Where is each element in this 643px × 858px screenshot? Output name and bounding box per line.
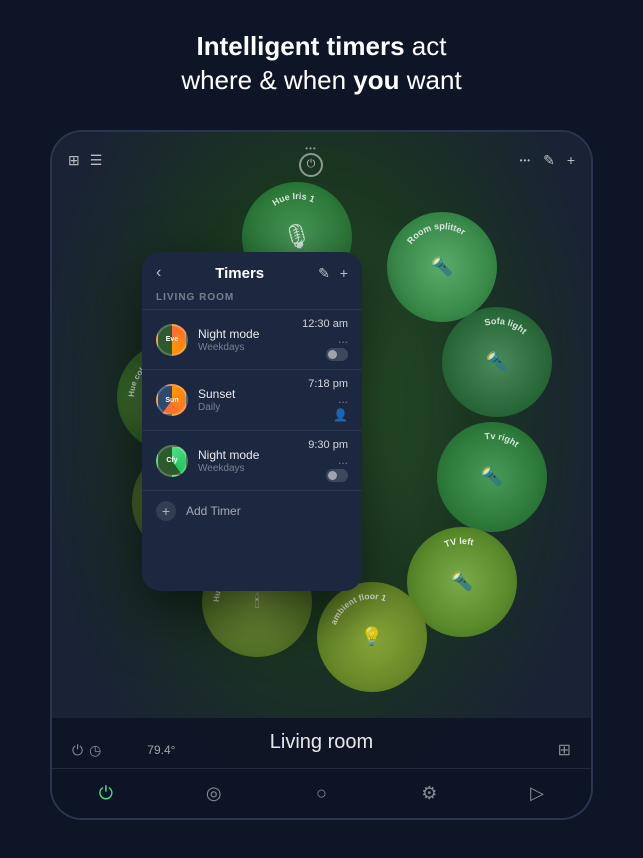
add-timer-button[interactable]: + Add Timer xyxy=(142,490,362,531)
timer-toggle-comfy[interactable] xyxy=(326,469,348,482)
timer-dots-sunset: ... xyxy=(338,393,348,405)
header-normal-2: where & when xyxy=(181,65,353,95)
timer-time-comfy: 9:30 pm xyxy=(308,439,348,451)
power-button[interactable]: ⏻ xyxy=(299,153,323,177)
nav-play[interactable]: ▷ xyxy=(517,774,557,814)
header-normal-1: act xyxy=(405,31,447,61)
header-bold-1: Intelligent timers xyxy=(197,31,405,61)
tablet-frame: ⊞ ☰ ••• ⏻ ••• ✎ + Hue Iris 1 🎙 xyxy=(50,130,593,820)
room-name-label: Living room xyxy=(52,731,591,754)
node-tv-right[interactable]: Tv right 🔦 xyxy=(437,422,547,532)
tablet-topbar: ⊞ ☰ ••• ⏻ ••• ✎ + xyxy=(52,142,591,178)
timer-schedule-comfy: Weekdays xyxy=(198,463,308,474)
timer-info-comfy: Night mode Weekdays xyxy=(198,448,308,474)
floor-icon: 💡 xyxy=(361,627,383,648)
svg-text:Room splitter: Room splitter xyxy=(405,221,468,246)
panel-back-button[interactable]: ‹ xyxy=(156,264,161,282)
timer-time-evening: 12:30 am xyxy=(302,318,348,330)
timer-schedule-evening: Weekdays xyxy=(198,342,302,353)
timer-item-comfy[interactable]: Cfy Night mode Weekdays 9:30 pm ... xyxy=(142,430,362,490)
timer-person-icon: 👤 xyxy=(333,408,348,422)
nav-settings[interactable]: ⚙ xyxy=(409,774,449,814)
sofa-icon: 🔦 xyxy=(486,352,508,373)
panel-title: Timers xyxy=(215,265,264,282)
header-normal-3: want xyxy=(400,65,462,95)
three-dots-center: ••• xyxy=(305,144,316,153)
add-timer-plus-icon: + xyxy=(156,501,176,521)
page-header: Intelligent timers act where & when you … xyxy=(0,30,643,98)
timer-avatar-sunset: Sun xyxy=(156,384,188,416)
hcc2-icon: 🕯 xyxy=(254,592,259,613)
nav-circle[interactable]: ○ xyxy=(301,774,341,814)
panel-header: ‹ Timers ✎ + xyxy=(142,252,362,290)
add-icon[interactable]: + xyxy=(567,152,575,168)
node-sofa[interactable]: Sofa light 🔦 xyxy=(442,307,552,417)
topbar-right: ••• ✎ + xyxy=(520,152,575,169)
iris-bulb-icon: 🎙 xyxy=(282,223,312,252)
timer-dots-comfy: ... xyxy=(338,454,348,466)
timer-right-sunset: 7:18 pm ... 👤 xyxy=(308,378,348,422)
more-dots-icon[interactable]: ••• xyxy=(520,156,531,165)
timer-schedule-sunset: Daily xyxy=(198,402,308,413)
timer-info-evening: Night mode Weekdays xyxy=(198,327,302,353)
panel-add-icon[interactable]: + xyxy=(340,265,348,281)
svg-text:Tv right: Tv right xyxy=(484,431,521,449)
tv-right-icon: 🔦 xyxy=(481,467,503,488)
svg-text:TV left: TV left xyxy=(443,536,475,549)
timer-panel: ‹ Timers ✎ + LIVING ROOM Eve Night mode … xyxy=(142,252,362,591)
panel-section-label: LIVING ROOM xyxy=(142,290,362,309)
svg-text:Sofa light: Sofa light xyxy=(483,316,528,336)
timer-name-evening: Night mode xyxy=(198,327,302,341)
timer-right-comfy: 9:30 pm ... xyxy=(308,439,348,482)
svg-text:ambient floor 1: ambient floor 1 xyxy=(328,591,387,626)
timer-right-evening: 12:30 am ... xyxy=(302,318,348,361)
timer-toggle-evening[interactable] xyxy=(326,348,348,361)
node-floor[interactable]: ambient floor 1 💡 xyxy=(317,582,427,692)
timer-avatar-comfy: Cfy xyxy=(156,445,188,477)
timer-name-sunset: Sunset xyxy=(198,387,308,401)
timer-time-sunset: 7:18 pm xyxy=(308,378,348,390)
node-room-splitter[interactable]: Room splitter 🔦 xyxy=(387,212,497,322)
nav-power[interactable]: ⏻ xyxy=(86,774,126,814)
timer-info-sunset: Sunset Daily xyxy=(198,387,308,413)
room-splitter-icon: 🔦 xyxy=(431,257,453,278)
tv-left-icon: 🔦 xyxy=(451,572,473,593)
bottom-nav: ⏻ ◎ ○ ⚙ ▷ xyxy=(52,768,591,818)
panel-actions: ✎ + xyxy=(318,265,348,282)
panel-edit-icon[interactable]: ✎ xyxy=(318,265,330,282)
edit-icon[interactable]: ✎ xyxy=(543,152,555,169)
header-bold-2: you xyxy=(353,65,399,95)
topbar-left: ⊞ ☰ xyxy=(68,152,102,169)
topbar-center: ••• ⏻ xyxy=(299,144,323,177)
add-timer-label: Add Timer xyxy=(186,504,241,518)
timer-name-comfy: Night mode xyxy=(198,448,308,462)
timer-item-sunset[interactable]: Sun Sunset Daily 7:18 pm ... 👤 xyxy=(142,369,362,430)
list-icon[interactable]: ☰ xyxy=(90,152,103,169)
timer-avatar-evening: Eve xyxy=(156,324,188,356)
tablet-bottom: ⏻ ◷ 79.4° ⊞ Living room ⏻ ◎ ○ ⚙ ▷ xyxy=(52,718,591,818)
grid-icon[interactable]: ⊞ xyxy=(68,152,80,169)
timer-item-evening[interactable]: Eve Night mode Weekdays 12:30 am ... xyxy=(142,309,362,369)
svg-text:Hue Iris 1: Hue Iris 1 xyxy=(270,191,316,208)
timer-dots-evening: ... xyxy=(338,333,348,345)
nav-home[interactable]: ◎ xyxy=(194,774,234,814)
